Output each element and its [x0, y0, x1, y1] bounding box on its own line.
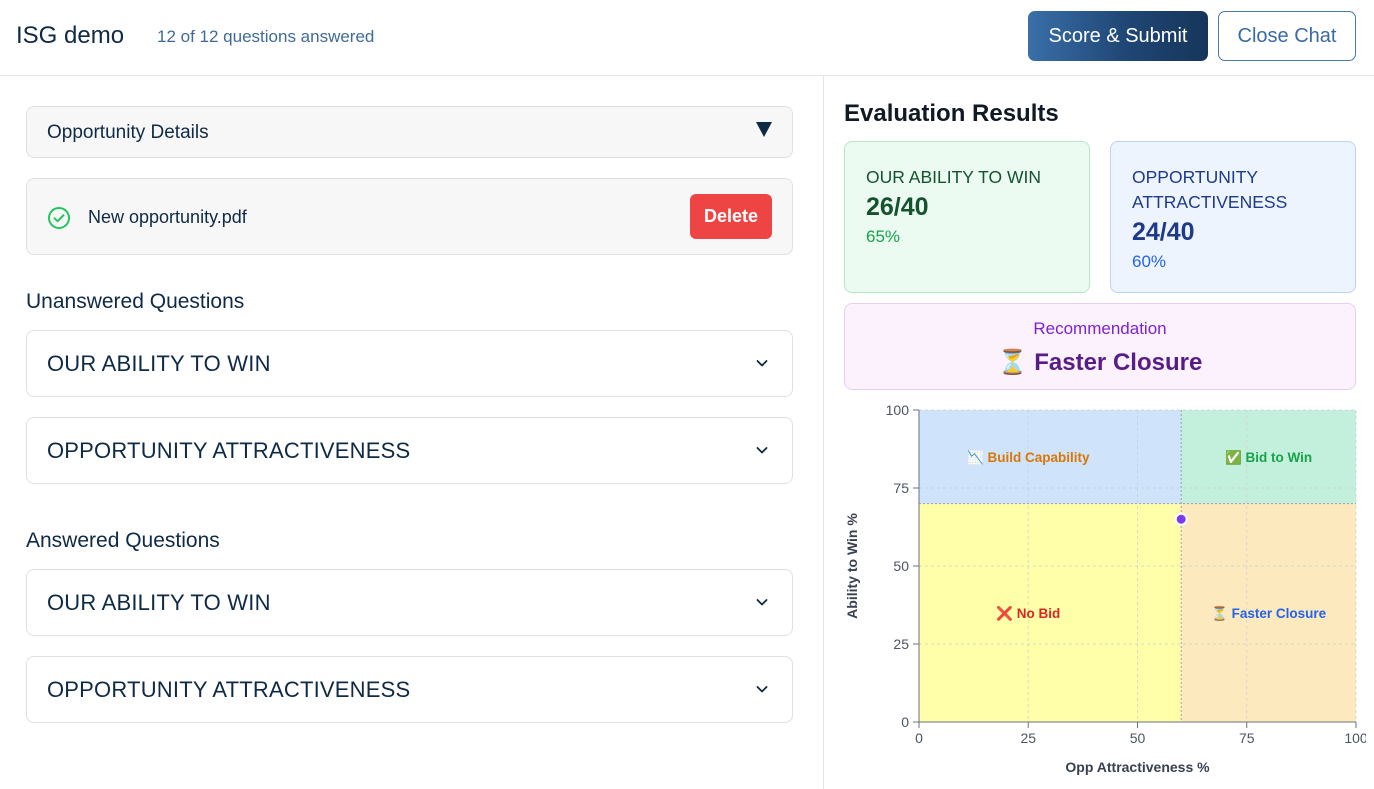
y-tick-label: 0 — [901, 714, 909, 730]
caret-down-icon — [756, 122, 772, 137]
answered-ability-accordion[interactable]: OUR ABILITY TO WIN — [26, 569, 793, 636]
attractiveness-score-card: OPPORTUNITY ATTRACTIVENESS 24/40 60% — [1110, 141, 1356, 293]
y-tick-label: 75 — [893, 480, 909, 496]
x-tick-label: 75 — [1239, 730, 1255, 746]
x-axis-label: Opp Attractiveness % — [1065, 759, 1210, 775]
recommendation-card: Recommendation ⏳ Faster Closure — [844, 303, 1356, 390]
ability-score-percent: 65% — [866, 227, 901, 246]
ability-score-card: OUR ABILITY TO WIN 26/40 65% — [844, 141, 1090, 293]
top-bar: ISG demo 12 of 12 questions answered Sco… — [0, 0, 1374, 76]
y-tick-label: 25 — [893, 636, 909, 652]
check-circle-icon — [48, 207, 70, 229]
app-title: ISG demo — [16, 22, 125, 49]
ability-score-title: OUR ABILITY TO WIN — [866, 167, 1042, 187]
progress-status: 12 of 12 questions answered — [157, 27, 375, 46]
y-axis-label: Ability to Win % — [844, 513, 860, 619]
quadrant-label-bid: ✅ Bid to Win — [1225, 449, 1312, 465]
quadrant-label-nobid: ❌ No Bid — [996, 605, 1060, 622]
accordion-label: OPPORTUNITY ATTRACTIVENESS — [47, 438, 411, 463]
y-tick-label: 100 — [886, 402, 910, 418]
quadrant-chart: 0 25 50 75 100 0 25 50 75 100 Opp Attractiveness %… — [844, 402, 1366, 775]
panel-divider — [823, 76, 824, 789]
attractiveness-score-value: 24/40 — [1132, 218, 1195, 246]
x-tick-label: 50 — [1130, 730, 1146, 746]
recommendation-label: Recommendation — [1033, 319, 1167, 338]
uploaded-file-card: New opportunity.pdf Delete — [26, 178, 793, 255]
attractiveness-score-title: OPPORTUNITY ATTRACTIVENESS — [1132, 167, 1288, 212]
unanswered-ability-accordion[interactable]: OUR ABILITY TO WIN — [26, 330, 793, 397]
recommendation-value: ⏳ Faster Closure — [997, 349, 1203, 376]
ability-score-value: 26/40 — [866, 193, 929, 221]
x-tick-label: 0 — [915, 730, 923, 746]
quadrant-label-faster: ⏳ Faster Closure — [1211, 605, 1327, 621]
file-name: New opportunity.pdf — [88, 207, 247, 227]
chevron-down-icon — [756, 686, 768, 693]
accordion-label: OUR ABILITY TO WIN — [47, 351, 271, 376]
delete-file-button[interactable]: Delete — [690, 194, 772, 239]
unanswered-attractiveness-accordion[interactable]: OPPORTUNITY ATTRACTIVENESS — [26, 417, 793, 484]
accordion-label: OPPORTUNITY ATTRACTIVENESS — [47, 677, 411, 702]
x-tick-label: 25 — [1020, 730, 1036, 746]
chevron-down-icon — [756, 447, 768, 454]
chevron-down-icon — [756, 360, 768, 367]
unanswered-section-title: Unanswered Questions — [26, 290, 245, 313]
attractiveness-score-percent: 60% — [1132, 252, 1167, 271]
score-submit-button[interactable]: Score & Submit — [1028, 11, 1208, 61]
accordion-label: OUR ABILITY TO WIN — [47, 590, 271, 615]
x-tick-label: 100 — [1344, 730, 1366, 746]
score-point — [1174, 512, 1188, 526]
quadrant-label-build: 📉 Build Capability — [967, 449, 1090, 465]
opportunity-details-label: Opportunity Details — [47, 122, 209, 143]
evaluation-results-title: Evaluation Results — [844, 100, 1059, 127]
chevron-down-icon — [756, 599, 768, 606]
answered-section-title: Answered Questions — [26, 529, 220, 552]
y-tick-label: 50 — [893, 558, 909, 574]
answered-attractiveness-accordion[interactable]: OPPORTUNITY ATTRACTIVENESS — [26, 656, 793, 723]
opportunity-details-toggle[interactable]: Opportunity Details — [26, 106, 793, 158]
close-chat-button[interactable]: Close Chat — [1218, 11, 1356, 61]
